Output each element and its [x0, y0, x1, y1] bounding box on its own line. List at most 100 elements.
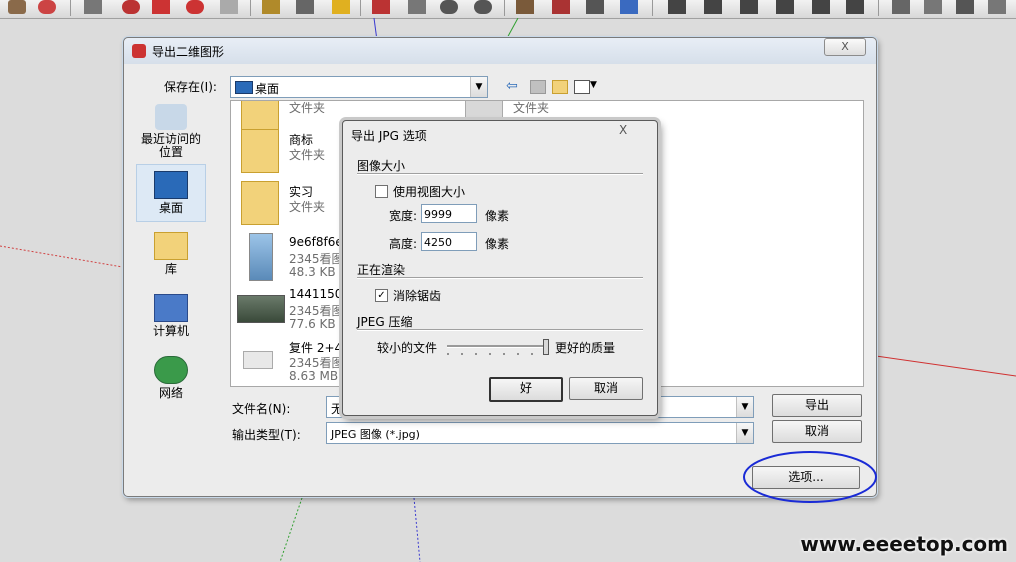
- antialias-checkbox[interactable]: ✓: [375, 289, 388, 302]
- jpg-options-dialog: 导出 JPG 选项 X 图像大小 使用视图大小 宽度: 9999 像素 高度: …: [342, 120, 658, 416]
- new-folder-icon[interactable]: [552, 80, 568, 94]
- network-icon: [154, 356, 188, 384]
- slider-track: [447, 345, 547, 348]
- save-in-label: 保存在(I):: [164, 80, 217, 94]
- view-right-icon[interactable]: [776, 0, 794, 14]
- export-icon[interactable]: [620, 0, 638, 14]
- better-quality-label: 更好的质量: [555, 341, 616, 355]
- smaller-file-label: 较小的文件: [377, 341, 438, 355]
- image-size-group: 图像大小: [357, 157, 643, 175]
- view-iso-icon[interactable]: [668, 0, 686, 14]
- place-label: 桌面: [158, 201, 183, 215]
- height-unit: 像素: [485, 237, 510, 251]
- slider-ticks: [447, 353, 547, 355]
- jpg-dialog-title: 导出 JPG 选项: [351, 129, 427, 143]
- use-view-size-checkbox[interactable]: [375, 185, 388, 198]
- group-label: 正在渲染: [357, 263, 406, 277]
- view-back-icon[interactable]: [812, 0, 830, 14]
- cancel-button[interactable]: 取消: [772, 420, 862, 443]
- slider-thumb[interactable]: [543, 339, 549, 355]
- image-thumbnail-icon: [249, 233, 273, 281]
- place-recent[interactable]: 最近访问的位置: [136, 104, 206, 159]
- quality-slider[interactable]: [447, 339, 549, 359]
- rotate-icon[interactable]: [152, 0, 170, 14]
- place-computer[interactable]: 计算机: [136, 294, 206, 338]
- image-thumbnail-icon: [237, 295, 285, 323]
- draw-icon[interactable]: [38, 0, 56, 14]
- width-unit: 像素: [485, 209, 510, 223]
- chevron-down-icon[interactable]: ▼: [470, 77, 487, 97]
- place-label: 最近访问的位置: [140, 132, 201, 159]
- close-icon[interactable]: X: [619, 123, 627, 137]
- tape-icon[interactable]: [262, 0, 280, 14]
- library-icon: [154, 232, 188, 260]
- jpg-cancel-button[interactable]: 取消: [569, 377, 643, 400]
- pan-icon[interactable]: [408, 0, 426, 14]
- place-network[interactable]: 网络: [136, 356, 206, 400]
- zoom-extents-icon[interactable]: [474, 0, 492, 14]
- wireframe-icon[interactable]: [924, 0, 942, 14]
- filetype-select[interactable]: JPEG 图像 (*.jpg) ▼: [326, 422, 754, 444]
- orbit-icon[interactable]: [8, 0, 26, 14]
- view-menu-icon[interactable]: [574, 80, 590, 94]
- desktop-icon: [235, 81, 253, 94]
- move-icon[interactable]: [122, 0, 140, 14]
- chevron-down-icon[interactable]: ▼: [736, 423, 753, 443]
- xray-icon[interactable]: [892, 0, 910, 14]
- zoom-icon[interactable]: [440, 0, 458, 14]
- close-button[interactable]: X: [824, 38, 866, 56]
- follow-me-icon[interactable]: [186, 0, 204, 14]
- back-icon[interactable]: ⇦: [506, 78, 518, 94]
- view-top-icon[interactable]: [704, 0, 722, 14]
- recent-places-icon: [155, 104, 187, 130]
- chevron-down-icon[interactable]: ▼: [736, 397, 753, 417]
- dialog-title: 导出二维图形: [152, 45, 225, 59]
- image-thumbnail-icon: [243, 351, 273, 369]
- offset-icon[interactable]: [220, 0, 238, 14]
- export-button[interactable]: 导出: [772, 394, 862, 417]
- warehouse-icon[interactable]: [552, 0, 570, 14]
- ok-button[interactable]: 好: [489, 377, 563, 402]
- view-menu-arrow-icon[interactable]: ▼: [590, 80, 597, 90]
- watermark: www.eeeetop.com: [800, 532, 1008, 556]
- filetype-value: JPEG 图像 (*.jpg): [331, 428, 420, 441]
- paint-icon[interactable]: [332, 0, 350, 14]
- place-label: 库: [164, 262, 177, 276]
- annotation-circle: [743, 451, 877, 503]
- filename-label: 文件名(N):: [232, 402, 291, 416]
- up-folder-icon[interactable]: [530, 80, 546, 94]
- view-left-icon[interactable]: [846, 0, 864, 14]
- folder-icon: [241, 129, 279, 173]
- filetype-label: 输出类型(T):: [232, 428, 301, 442]
- push-pull-icon[interactable]: [84, 0, 102, 14]
- height-label: 高度:: [389, 237, 418, 251]
- antialias-label: 消除锯齿: [393, 289, 442, 303]
- use-view-size-label: 使用视图大小: [393, 185, 466, 199]
- place-desktop[interactable]: 桌面: [136, 164, 206, 222]
- orbit2-icon[interactable]: [372, 0, 390, 14]
- width-input[interactable]: 9999: [421, 204, 477, 223]
- group-label: JPEG 压缩: [357, 315, 413, 329]
- save-in-value: 桌面: [255, 82, 280, 96]
- main-toolbar: [0, 0, 1016, 19]
- geo-icon[interactable]: [516, 0, 534, 14]
- folder-icon: [241, 181, 279, 225]
- height-input[interactable]: 4250: [421, 232, 477, 251]
- rendering-group: 正在渲染: [357, 261, 643, 279]
- share-icon[interactable]: [586, 0, 604, 14]
- view-front-icon[interactable]: [740, 0, 758, 14]
- desktop-icon: [154, 171, 188, 199]
- shaded-icon[interactable]: [988, 0, 1006, 14]
- computer-icon: [154, 294, 188, 322]
- hidden-line-icon[interactable]: [956, 0, 974, 14]
- dimension-icon[interactable]: [296, 0, 314, 14]
- places-bar: 最近访问的位置 桌面 库 计算机 网络: [136, 100, 206, 400]
- place-label: 网络: [158, 386, 183, 400]
- sketchup-icon: [132, 44, 146, 58]
- save-in-select[interactable]: 桌面 ▼: [230, 76, 488, 98]
- width-label: 宽度:: [389, 209, 418, 223]
- dialog-titlebar[interactable]: 导出二维图形 X: [124, 38, 876, 64]
- place-library[interactable]: 库: [136, 232, 206, 276]
- place-label: 计算机: [152, 324, 189, 338]
- group-label: 图像大小: [357, 159, 406, 173]
